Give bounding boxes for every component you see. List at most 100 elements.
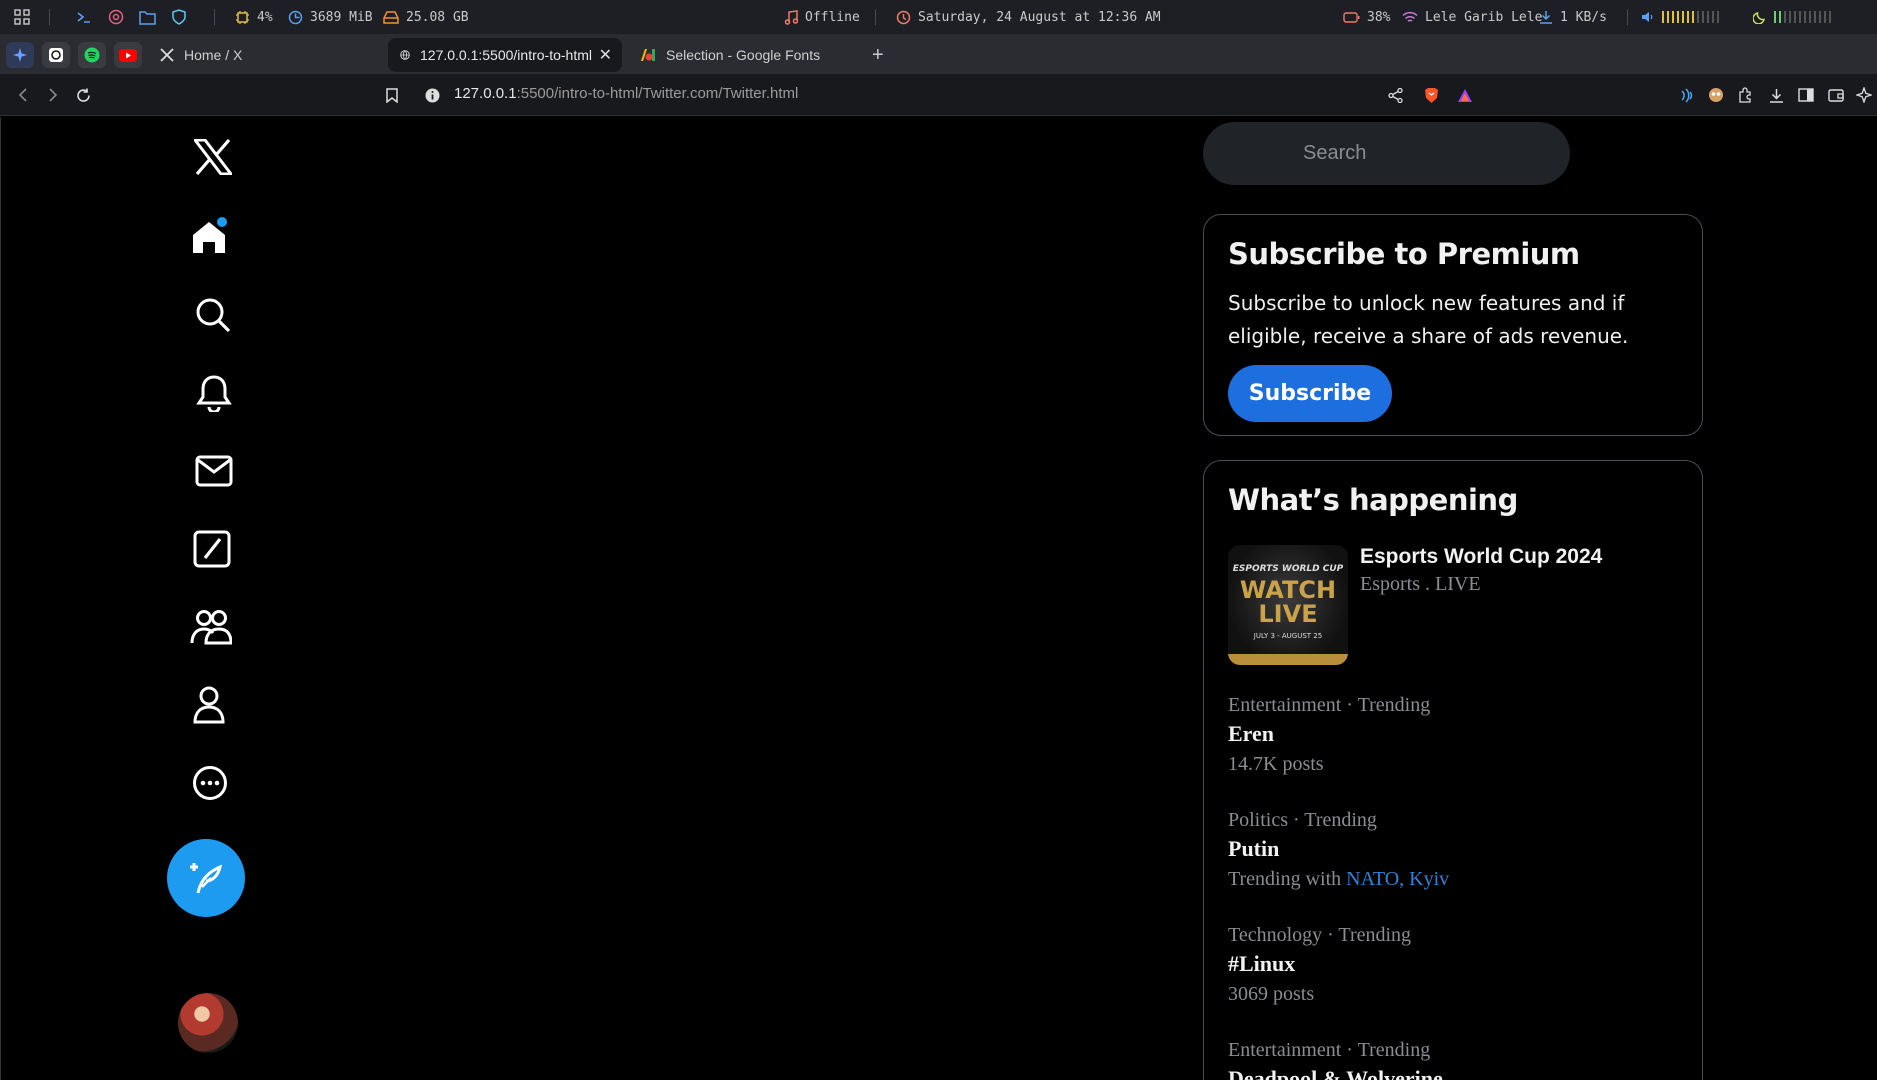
brightness-bars[interactable] — [1774, 11, 1831, 23]
communities-icon[interactable] — [189, 605, 233, 649]
leo-ai-icon[interactable] — [1676, 85, 1696, 105]
featured-event[interactable]: ESPORTS WORLD CUP WATCH LIVE JULY 3 - AU… — [1228, 545, 1688, 665]
music-indicator[interactable]: Offline — [784, 0, 860, 34]
trend-related-prefix: Trending with — [1228, 868, 1347, 890]
thumbnail-brand: ESPORTS WORLD CUP — [1232, 564, 1344, 574]
youtube-icon — [119, 48, 137, 62]
trend-meta: Entertainment · Trending — [1228, 1039, 1431, 1061]
trend-related: Trending with NATO, Kyiv — [1228, 864, 1688, 894]
subscribe-button[interactable]: Subscribe — [1228, 365, 1392, 422]
leo-star-icon[interactable] — [1854, 85, 1874, 105]
terminal-icon[interactable] — [76, 0, 92, 34]
cpu-indicator: 4% — [235, 0, 273, 34]
speaker-icon — [1642, 12, 1653, 22]
event-subtitle: Esports . LIVE — [1360, 573, 1481, 595]
browser-tab-strip: Home / X 127.0.0.1:5500/intro-to-html ✕ … — [0, 34, 1877, 74]
pinned-tab-leo[interactable] — [6, 42, 34, 68]
url-host: 127.0.0.1 — [454, 85, 517, 102]
trend-item[interactable]: Entertainment · Trending Deadpool & Wolv… — [1228, 1038, 1688, 1080]
thumbnail-headline: WATCH LIVE — [1239, 576, 1337, 628]
memory-value: 3689 MiB — [310, 9, 373, 25]
trend-item[interactable]: Entertainment · Trending Eren 14.7K post… — [1228, 693, 1688, 779]
url-text[interactable]: 127.0.0.1:5500/intro-to-html/Twitter.com… — [454, 85, 798, 102]
chatgpt-icon — [49, 48, 63, 62]
trend-item[interactable]: Technology · Trending #Linux 3069 posts — [1228, 923, 1688, 1009]
share-icon[interactable] — [1385, 85, 1405, 105]
tab-localhost[interactable]: 127.0.0.1:5500/intro-to-html ✕ — [388, 38, 622, 72]
brightness-indicator[interactable] — [1753, 0, 1831, 34]
brave-shield-icon[interactable] — [1421, 85, 1441, 105]
grok-icon[interactable] — [190, 527, 234, 571]
volume-indicator[interactable] — [1641, 0, 1719, 34]
cpu-value: 4% — [257, 9, 273, 25]
more-icon[interactable] — [188, 761, 232, 805]
profile-icon[interactable] — [187, 683, 231, 727]
compose-post-button[interactable] — [167, 839, 245, 917]
wallet-icon[interactable] — [1826, 85, 1846, 105]
app-grid-icon[interactable] — [14, 0, 30, 34]
trend-item[interactable]: Politics · Trending Putin Trending with … — [1228, 808, 1688, 894]
disk-value: 25.08 GB — [406, 9, 469, 25]
new-tab-button[interactable]: + — [872, 44, 884, 67]
tab-label: Home / X — [184, 47, 243, 63]
thumbnail-dates: JULY 3 - AUGUST 25 — [1253, 632, 1323, 640]
tab-home-x[interactable]: Home / X — [148, 38, 384, 72]
search-input[interactable]: Search — [1203, 122, 1570, 185]
tab-label: Selection - Google Fonts — [666, 47, 821, 63]
globe-icon — [400, 50, 410, 60]
tab-google-fonts[interactable]: Selection - Google Fonts — [628, 38, 864, 72]
extension-face-icon[interactable] — [1706, 85, 1726, 105]
cpu-icon — [236, 10, 249, 24]
spotify-icon — [84, 47, 100, 63]
wifi-name: Lele Garib Lele — [1425, 9, 1543, 25]
notification-dot — [217, 217, 227, 227]
search-icon[interactable] — [191, 293, 235, 337]
sidebar-toggle-icon[interactable] — [1796, 85, 1816, 105]
browser-icon[interactable] — [108, 0, 124, 34]
pinned-tab-youtube[interactable] — [114, 42, 142, 68]
memory-indicator: 3689 MiB — [288, 0, 373, 34]
event-title: Esports World Cup 2024 — [1360, 545, 1603, 568]
wifi-indicator[interactable]: Lele Garib Lele — [1402, 0, 1542, 34]
forward-icon[interactable] — [43, 85, 63, 105]
folder-icon[interactable] — [139, 0, 156, 34]
close-tab-icon[interactable]: ✕ — [599, 45, 612, 65]
back-icon[interactable] — [13, 85, 33, 105]
avatar[interactable] — [178, 993, 238, 1053]
downloads-icon[interactable] — [1766, 85, 1786, 105]
download-icon — [1540, 11, 1552, 24]
x-logo-icon — [160, 48, 174, 62]
datetime: Saturday, 24 August at 12:36 AM — [918, 9, 1161, 25]
trend-name: Deadpool & Wolverine — [1228, 1066, 1443, 1080]
pinned-tab-spotify[interactable] — [78, 42, 106, 68]
trend-name: Eren — [1228, 721, 1275, 746]
clock[interactable]: Saturday, 24 August at 12:36 AM — [896, 0, 1161, 34]
network-speed-value: 1 KB/s — [1560, 9, 1607, 25]
mail-icon[interactable] — [192, 449, 236, 493]
shield-heart-icon[interactable] — [171, 0, 187, 34]
trend-meta: Entertainment · Trending — [1228, 694, 1431, 716]
premium-description: Subscribe to unlock new features and if … — [1228, 291, 1629, 348]
trend-related-link[interactable]: NATO, Kyiv — [1346, 868, 1449, 890]
trend-name: #Linux — [1228, 951, 1296, 976]
brave-rewards-icon[interactable] — [1455, 85, 1475, 105]
disk-icon — [383, 11, 399, 24]
feather-plus-icon — [190, 863, 223, 894]
x-logo-icon[interactable] — [191, 135, 235, 179]
system-status-bar: 4% 3689 MiB 25.08 GB Offline Saturday, 2… — [0, 0, 1877, 34]
battery-indicator: 38% — [1343, 0, 1390, 34]
volume-bars[interactable] — [1662, 11, 1719, 23]
happening-title: What’s happening — [1228, 483, 1518, 517]
bell-icon[interactable] — [192, 371, 236, 415]
pinned-tab-chatgpt[interactable] — [42, 42, 70, 68]
google-fonts-icon — [641, 49, 655, 61]
extensions-icon[interactable] — [1736, 85, 1756, 105]
search-placeholder: Search — [1303, 142, 1367, 164]
trend-count: 3069 posts — [1228, 983, 1315, 1005]
site-info-icon[interactable] — [422, 85, 442, 105]
twitter-page: Search Subscribe to Premium Subscribe to… — [0, 117, 1877, 1080]
music-note-icon — [784, 9, 798, 25]
reload-icon[interactable] — [73, 85, 93, 105]
bookmark-icon[interactable] — [382, 85, 402, 105]
whats-happening-card: What’s happening ESPORTS WORLD CUP WATCH… — [1203, 460, 1703, 1080]
